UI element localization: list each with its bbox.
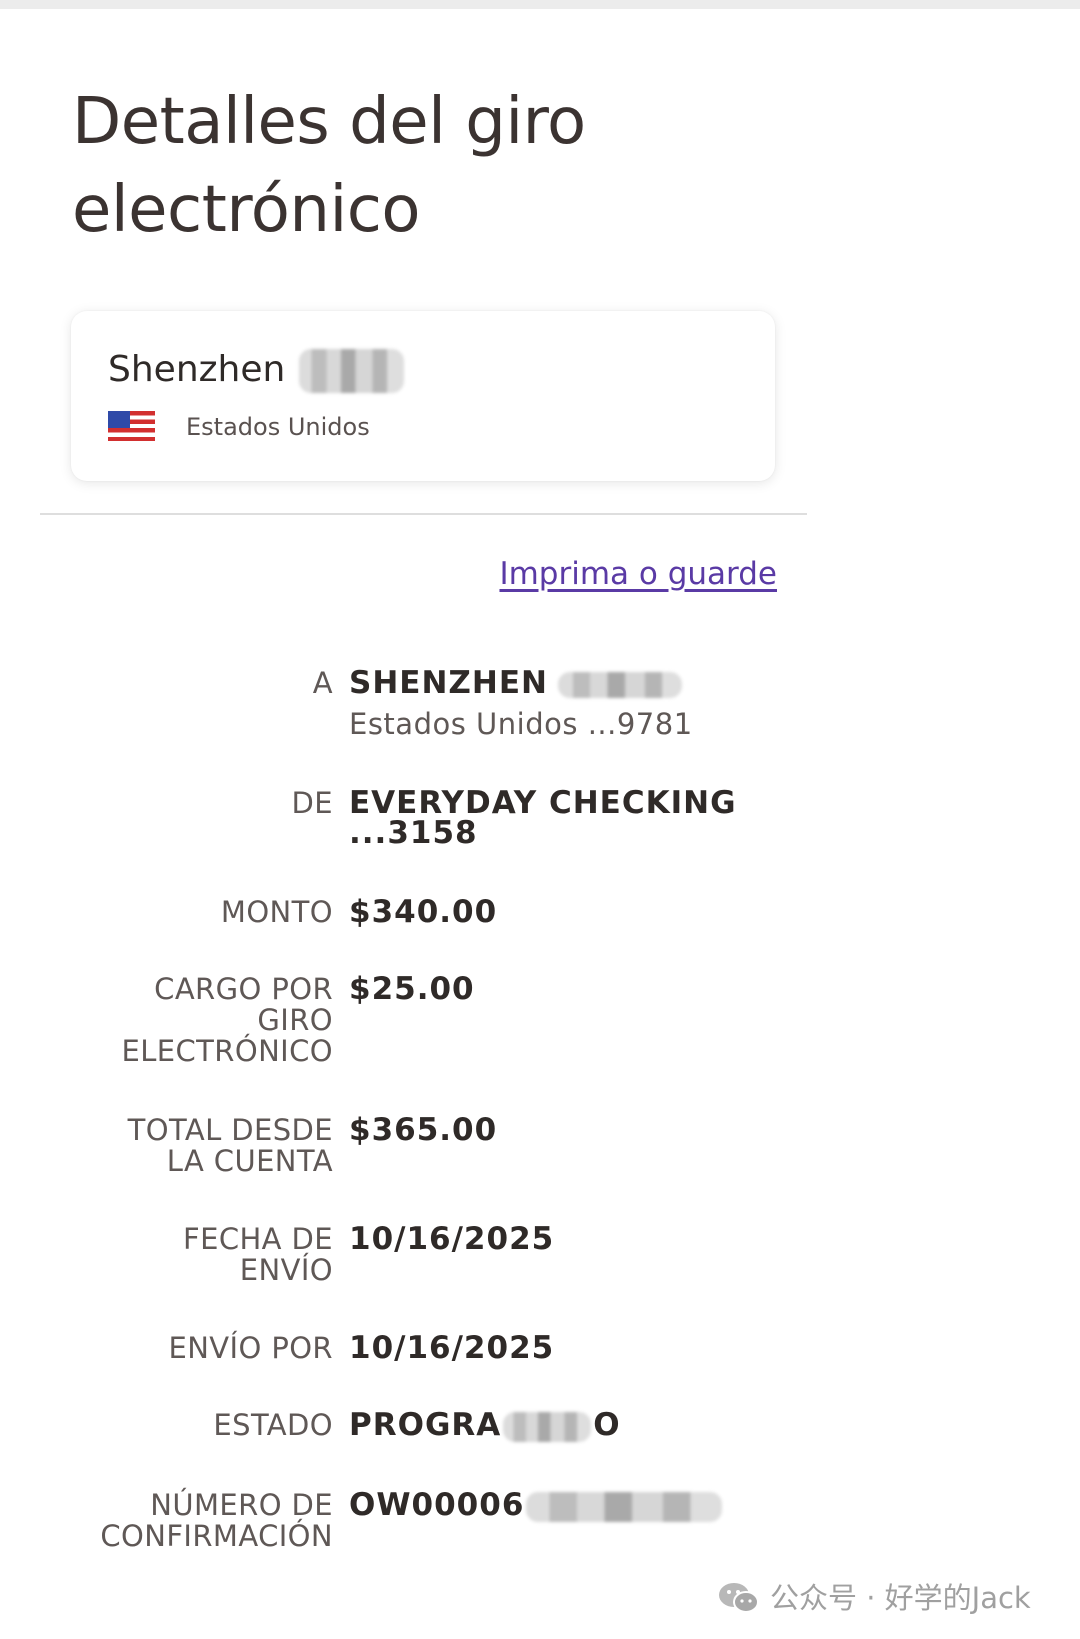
detail-value: $365.00 <box>349 1112 498 1148</box>
detail-label: TOTAL DESDE LA CUENTA <box>127 1113 333 1178</box>
divider <box>40 513 807 515</box>
detail-label: ENVÍO POR <box>168 1331 333 1365</box>
page-title: Detalles del giro electrónico <box>72 85 586 247</box>
status-value-start: PROGRA <box>349 1407 502 1443</box>
redacted-status-blur <box>503 1411 592 1442</box>
detail-value: 10/16/2025 <box>349 1330 555 1366</box>
detail-label: MONTO <box>220 895 333 929</box>
detail-label: NÚMERO DE CONFIRMACIÓN <box>100 1488 333 1553</box>
detail-label: DE <box>291 786 333 820</box>
recipient-name: Shenzhen <box>108 349 286 390</box>
detail-value: $25.00 <box>349 971 475 1007</box>
detail-label: A <box>312 666 333 700</box>
status-value-end: O <box>593 1407 621 1443</box>
detail-value: OW00006 <box>349 1490 789 1522</box>
detail-value: SHENZHEN Estados Unidos ...9781 <box>349 668 789 740</box>
detail-value: EVERYDAY CHECKING ...3158 <box>349 785 737 851</box>
print-or-save-link[interactable]: Imprima o guarde <box>499 552 777 596</box>
confirmation-value: OW00006 <box>349 1487 525 1523</box>
top-edge-strip <box>0 0 1080 9</box>
detail-label: CARGO POR GIRO ELECTRÓNICO <box>121 972 333 1068</box>
redacted-confirmation-blur <box>526 1491 723 1522</box>
recipient-value: SHENZHEN <box>349 665 548 701</box>
detail-value: PROGRA O <box>349 1410 789 1442</box>
recipient-card[interactable]: Shenzhen Estados Unidos <box>71 311 775 481</box>
us-flag-icon <box>108 411 155 441</box>
redacted-recipient-blur <box>557 671 682 698</box>
detail-label: ESTADO <box>213 1408 333 1442</box>
recipient-account: Estados Unidos ...9781 <box>349 707 693 741</box>
recipient-country: Estados Unidos <box>186 413 370 441</box>
detail-value: 10/16/2025 <box>349 1221 555 1257</box>
detail-value: $340.00 <box>349 894 498 930</box>
detail-label: FECHA DE ENVÍO <box>183 1222 333 1287</box>
watermark-text: 公众号 · 好学的Jack <box>770 1581 1031 1615</box>
redacted-name-blur <box>299 349 404 393</box>
wechat-icon <box>719 1583 759 1613</box>
